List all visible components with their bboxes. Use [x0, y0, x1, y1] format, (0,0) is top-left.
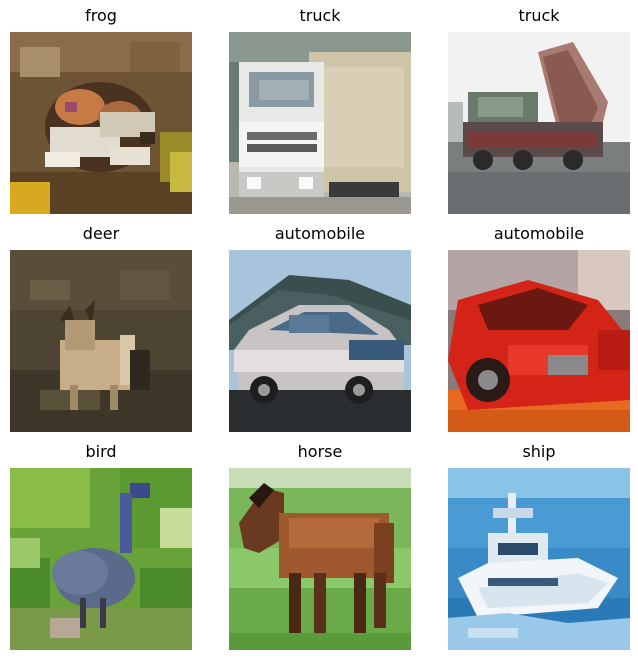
ship-image — [448, 468, 630, 650]
panel-horse: horse — [229, 436, 411, 650]
panel-automobile-2: automobile — [448, 218, 630, 432]
panel-title: deer — [82, 224, 120, 243]
panel-title: truck — [299, 6, 341, 25]
panel-frog: frog — [10, 0, 192, 214]
panel-ship: ship — [448, 436, 630, 650]
automobile-image — [229, 250, 411, 432]
panel-deer: deer — [10, 218, 192, 432]
panel-truck-2: truck — [448, 0, 630, 214]
panel-truck-1: truck — [229, 0, 411, 214]
truck-image — [448, 32, 630, 214]
horse-image — [229, 468, 411, 650]
panel-title: automobile — [493, 224, 585, 243]
image-grid: frog truck truck deer automobile automob… — [0, 0, 638, 658]
panel-automobile-1: automobile — [229, 218, 411, 432]
panel-bird: bird — [10, 436, 192, 650]
frog-image — [10, 32, 192, 214]
panel-title: truck — [518, 6, 560, 25]
truck-image — [229, 32, 411, 214]
panel-title: automobile — [274, 224, 366, 243]
panel-title: ship — [522, 442, 556, 461]
bird-image — [10, 468, 192, 650]
panel-title: bird — [85, 442, 117, 461]
panel-title: frog — [85, 6, 117, 25]
panel-title: horse — [297, 442, 343, 461]
deer-image — [10, 250, 192, 432]
automobile-image — [448, 250, 630, 432]
